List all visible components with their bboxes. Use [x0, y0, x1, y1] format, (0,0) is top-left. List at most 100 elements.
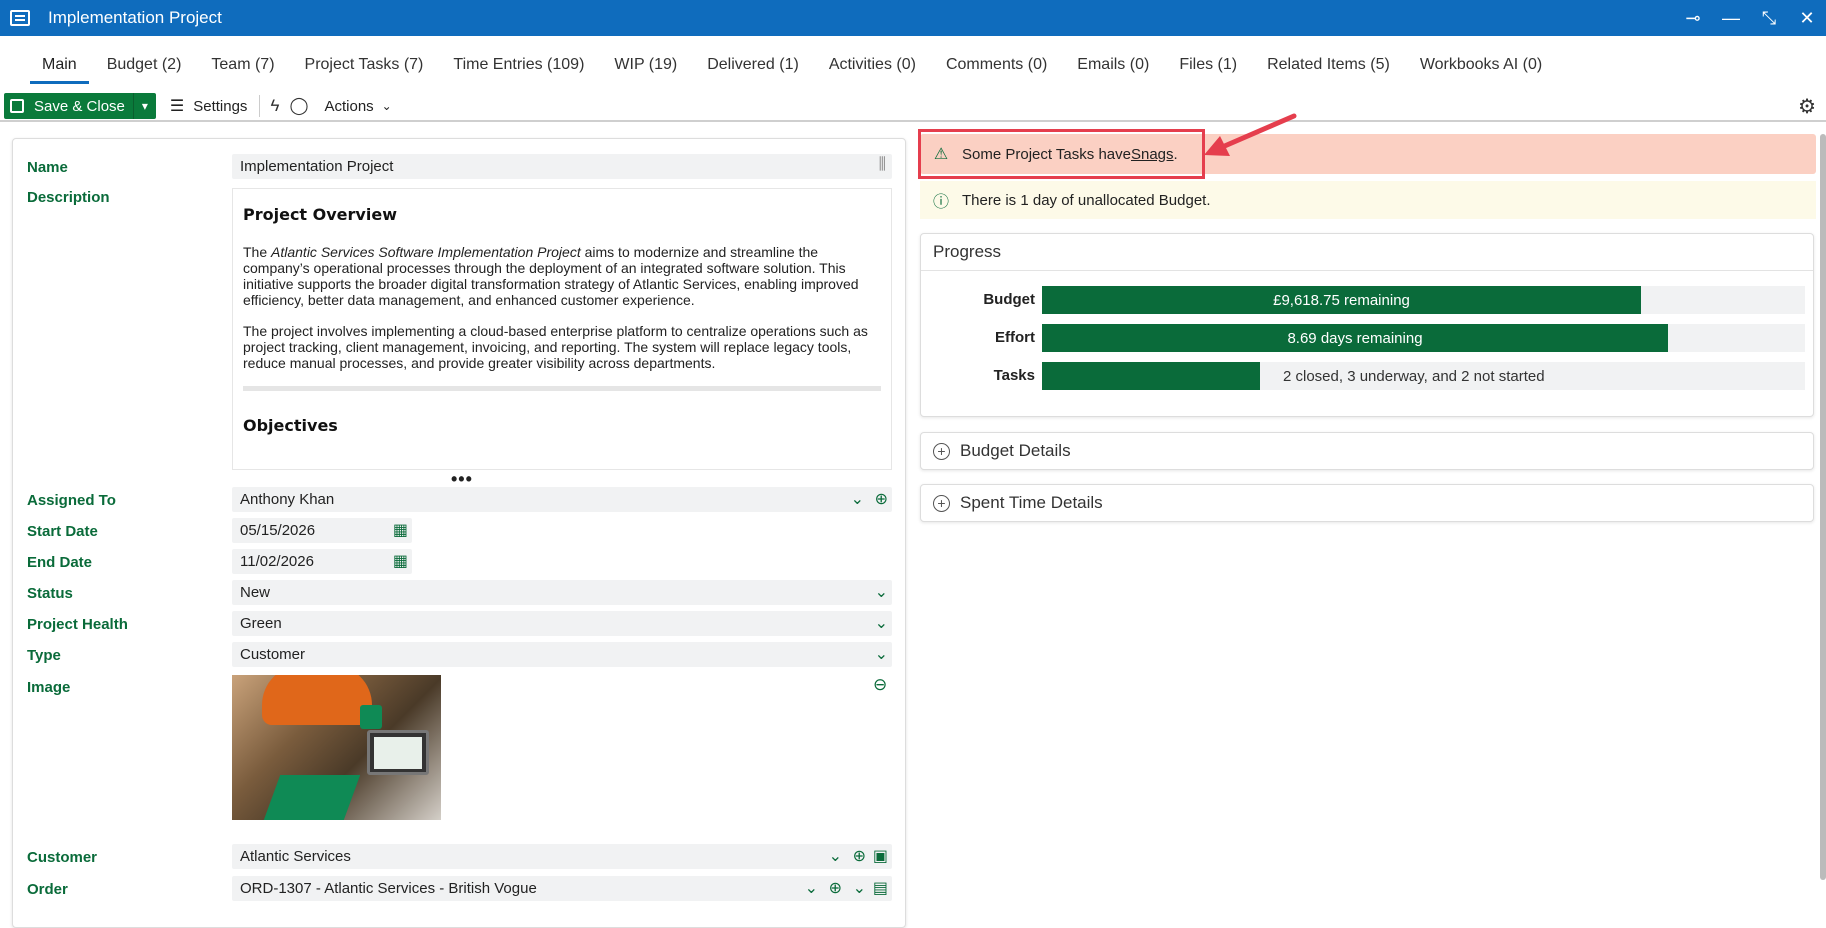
progress-row-effort: Effort 8.69 days remaining	[921, 317, 1813, 355]
start-date-label: Start Date	[27, 523, 98, 540]
tab-team[interactable]: Team (7)	[211, 44, 274, 84]
project-health-label: Project Health	[27, 616, 128, 633]
progress-track: 2 closed, 3 underway, and 2 not started	[1042, 362, 1805, 390]
contact-card-icon[interactable]: ▣	[873, 846, 888, 866]
chevron-down-icon: ⌄	[874, 584, 888, 601]
description-paragraph-1: The Atlantic Services Software Implement…	[243, 244, 859, 308]
description-editor[interactable]: Project Overview The Atlantic Services S…	[232, 188, 892, 470]
tab-comments[interactable]: Comments (0)	[946, 44, 1047, 84]
project-health-select[interactable]: Green ⌄	[232, 611, 892, 636]
tab-related-items[interactable]: Related Items (5)	[1267, 44, 1390, 84]
form-icon	[10, 10, 30, 26]
actions-label: Actions	[324, 97, 374, 115]
save-close-button-group: Save & Close ▾	[4, 93, 156, 119]
budget-details-section[interactable]: + Budget Details	[920, 432, 1814, 470]
calendar-icon[interactable]: ▦	[393, 551, 408, 571]
progress-text: 8.69 days remaining	[1287, 330, 1423, 347]
toolbar: Save & Close ▾ ☰ Settings ϟ ◯ Actions ⌄ …	[0, 92, 1826, 122]
actions-menu[interactable]: Actions ⌄	[324, 98, 391, 115]
customer-field[interactable]: Atlantic Services ⌄ ⊕ ▣	[232, 844, 892, 869]
document-icon[interactable]: ▤	[873, 878, 888, 898]
remove-image-icon[interactable]: ⊖	[873, 675, 887, 695]
end-date-field[interactable]: 11/02/2026 ▦	[232, 549, 412, 574]
expand-plus-icon[interactable]: +	[933, 442, 950, 460]
tab-emails[interactable]: Emails (0)	[1077, 44, 1149, 84]
tab-main[interactable]: Main	[30, 44, 89, 84]
assigned-to-value: Anthony Khan	[240, 491, 335, 508]
chevron-down-icon[interactable]: ⌄	[851, 489, 864, 509]
chevron-down-icon: ⌄	[874, 646, 888, 663]
progress-track: £9,618.75 remaining	[1042, 286, 1805, 314]
minimize-icon[interactable]: —	[1722, 8, 1740, 28]
comment-icon[interactable]: ◯	[289, 96, 308, 116]
pin-icon[interactable]: ⊸	[1684, 8, 1702, 28]
toolbar-divider	[259, 95, 261, 117]
gear-icon[interactable]: ⚙	[1798, 94, 1816, 119]
tab-workbooks-ai[interactable]: Workbooks AI (0)	[1420, 44, 1542, 84]
assigned-to-field[interactable]: Anthony Khan ⌄ ⊕	[232, 487, 892, 512]
calendar-icon[interactable]: ▦	[393, 520, 408, 540]
customer-label: Customer	[27, 849, 98, 866]
info-text: There is 1 day of unallocated Budget.	[962, 191, 1211, 209]
end-date-value: 11/02/2026	[240, 553, 314, 570]
tab-project-tasks[interactable]: Project Tasks (7)	[305, 44, 424, 84]
field-options-icon[interactable]: ⫼	[879, 156, 886, 174]
tab-files[interactable]: Files (1)	[1179, 44, 1237, 84]
type-value: Customer	[240, 646, 306, 663]
image-label: Image	[27, 679, 71, 696]
chevron-down-icon: ▾	[141, 99, 148, 113]
progress-label: Tasks	[993, 367, 1035, 384]
unallocated-budget-info: ⓘ There is 1 day of unallocated Budget.	[920, 181, 1816, 219]
customer-value: Atlantic Services	[240, 848, 351, 865]
chevron-down-icon: ⌄	[381, 99, 392, 113]
tab-wip[interactable]: WIP (19)	[614, 44, 677, 84]
settings-label: Settings	[193, 97, 248, 115]
progress-text: 2 closed, 3 underway, and 2 not started	[1283, 368, 1545, 385]
tab-time-entries[interactable]: Time Entries (109)	[453, 44, 584, 84]
status-select[interactable]: New ⌄	[232, 580, 892, 605]
sliders-icon: ☰	[169, 98, 185, 115]
info-icon: ⓘ	[932, 194, 949, 211]
save-close-button[interactable]: Save & Close	[4, 93, 134, 119]
title-bar: Implementation Project ⊸ — ⤡ ✕	[0, 0, 1826, 36]
progress-label: Effort	[995, 329, 1035, 346]
description-label: Description	[27, 189, 110, 206]
progress-row-tasks: Tasks 2 closed, 3 underway, and 2 not st…	[921, 355, 1813, 393]
spent-time-details-section[interactable]: + Spent Time Details	[920, 484, 1814, 522]
chevron-down-icon[interactable]: ⌄	[805, 878, 818, 898]
description-heading: Project Overview	[243, 205, 397, 224]
expand-plus-icon[interactable]: +	[933, 494, 950, 512]
restore-icon[interactable]: ⤡	[1760, 8, 1778, 28]
chevron-down-icon[interactable]: ⌄	[853, 878, 866, 898]
save-dropdown-button[interactable]: ▾	[134, 99, 156, 113]
lightning-icon[interactable]: ϟ	[270, 96, 279, 116]
type-select[interactable]: Customer ⌄	[232, 642, 892, 667]
vertical-scrollbar[interactable]	[1820, 134, 1826, 880]
close-icon[interactable]: ✕	[1798, 8, 1816, 28]
order-value: ORD-1307 - Atlantic Services - British V…	[240, 880, 537, 897]
add-circle-icon[interactable]: ⊕	[829, 878, 842, 898]
assigned-to-label: Assigned To	[27, 492, 116, 509]
progress-fill	[1042, 362, 1260, 390]
order-field[interactable]: ORD-1307 - Atlantic Services - British V…	[232, 876, 892, 901]
annotation-arrow-icon	[1204, 113, 1297, 156]
zoom-search-icon[interactable]: ⊕	[875, 489, 888, 509]
settings-button[interactable]: ☰ Settings	[170, 96, 248, 116]
progress-label: Budget	[983, 291, 1035, 308]
budget-details-title: Budget Details	[960, 441, 1071, 460]
end-date-label: End Date	[27, 554, 93, 571]
progress-card: Progress Budget £9,618.75 remaining Effo…	[920, 233, 1814, 417]
chevron-down-icon[interactable]: ⌄	[829, 846, 842, 866]
tab-budget[interactable]: Budget (2)	[107, 44, 182, 84]
save-close-label: Save & Close	[34, 97, 125, 115]
order-label: Order	[27, 881, 68, 898]
type-label: Type	[27, 647, 61, 664]
tab-activities[interactable]: Activities (0)	[829, 44, 916, 84]
progress-row-budget: Budget £9,618.75 remaining	[921, 279, 1813, 317]
name-field[interactable]: Implementation Project ⫼	[232, 154, 892, 179]
tab-delivered[interactable]: Delivered (1)	[707, 44, 799, 84]
chevron-down-icon: ⌄	[874, 615, 888, 632]
description-paragraph-2: The project involves implementing a clou…	[243, 323, 868, 371]
zoom-search-icon[interactable]: ⊕	[853, 846, 866, 866]
start-date-field[interactable]: 05/15/2026 ▦	[232, 518, 412, 543]
